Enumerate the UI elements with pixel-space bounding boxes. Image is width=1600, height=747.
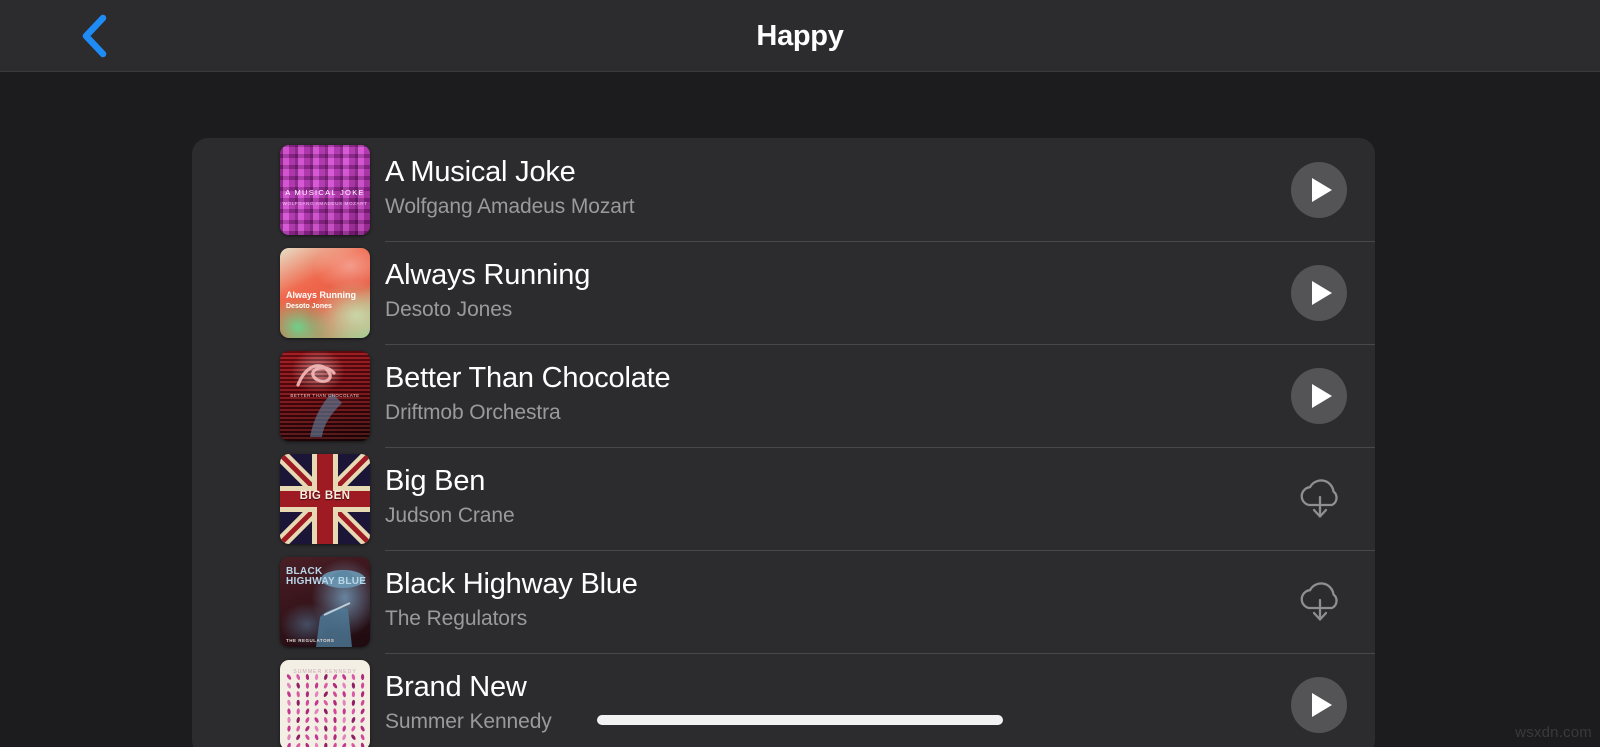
union-jack-graphic xyxy=(280,453,370,544)
table-row[interactable]: BLACK HIGHWAY BLUE THE REGULATORS Black … xyxy=(192,550,1375,653)
table-row[interactable]: A MUSICAL JOKE WOLFGANG AMADEUS MOZART A… xyxy=(192,138,1375,241)
row-divider xyxy=(385,344,1375,345)
cloud-download-icon xyxy=(1300,478,1338,518)
song-info: Black Highway Blue The Regulators xyxy=(370,566,1275,637)
table-row[interactable]: SUMMER KENNEDY Brand New Summer Kennedy xyxy=(192,653,1375,747)
row-divider xyxy=(385,447,1375,448)
song-info: Better Than Chocolate Driftmob Orchestra xyxy=(370,360,1275,431)
home-indicator[interactable] xyxy=(597,715,1003,725)
play-icon xyxy=(1291,161,1347,218)
song-artist: Wolfgang Amadeus Mozart xyxy=(385,195,635,218)
album-artwork: BIG BEN xyxy=(280,453,370,544)
album-artwork: BLACK HIGHWAY BLUE THE REGULATORS xyxy=(280,556,370,647)
album-artwork: SUMMER KENNEDY xyxy=(280,659,370,747)
watermark: wsxdn.com xyxy=(1515,724,1592,741)
cloud-download-icon xyxy=(1300,581,1338,621)
play-icon xyxy=(1291,264,1347,321)
album-artwork: A MUSICAL JOKE WOLFGANG AMADEUS MOZART xyxy=(280,144,370,235)
row-divider xyxy=(385,653,1375,654)
album-artwork: BETTER THAN CHOCOLATE xyxy=(280,350,370,441)
artwork-graphic xyxy=(316,569,365,647)
table-row[interactable]: Always Running Desoto Jones Always Runni… xyxy=(192,241,1375,344)
play-icon xyxy=(1291,676,1347,733)
artwork-dots-graphic xyxy=(286,673,365,747)
content-area: A MUSICAL JOKE WOLFGANG AMADEUS MOZART A… xyxy=(0,72,1600,747)
play-button[interactable] xyxy=(1275,146,1363,234)
play-button[interactable] xyxy=(1275,249,1363,337)
song-artist: Driftmob Orchestra xyxy=(385,401,561,424)
song-title: Always Running xyxy=(385,259,591,291)
artwork-subcaption: WOLFGANG AMADEUS MOZART xyxy=(282,200,368,206)
song-list: A MUSICAL JOKE WOLFGANG AMADEUS MOZART A… xyxy=(192,138,1375,747)
table-row[interactable]: BIG BEN Big Ben Judson Crane xyxy=(192,447,1375,550)
row-divider xyxy=(385,550,1375,551)
download-button[interactable] xyxy=(1275,558,1363,646)
artwork-caption: Always Running xyxy=(286,289,357,300)
song-title: A Musical Joke xyxy=(385,156,576,188)
song-info: Always Running Desoto Jones xyxy=(370,257,1275,328)
play-icon xyxy=(1291,367,1347,424)
artwork-subcaption: Desoto Jones xyxy=(286,302,332,310)
song-title: Brand New xyxy=(385,671,527,703)
artwork-subcaption: THE REGULATORS xyxy=(286,637,335,643)
download-button[interactable] xyxy=(1275,455,1363,543)
table-row[interactable]: BETTER THAN CHOCOLATE Better Than Chocol… xyxy=(192,344,1375,447)
song-artist: The Regulators xyxy=(385,607,528,630)
song-title: Better Than Chocolate xyxy=(385,362,671,394)
song-title: Black Highway Blue xyxy=(385,568,638,600)
song-title: Big Ben xyxy=(385,465,486,497)
row-divider xyxy=(385,241,1375,242)
song-artist: Desoto Jones xyxy=(385,298,513,321)
artwork-graphic xyxy=(296,363,342,437)
song-artist: Judson Crane xyxy=(385,504,515,527)
song-info: Big Ben Judson Crane xyxy=(370,463,1275,534)
page-title: Happy xyxy=(756,19,844,52)
album-artwork: Always Running Desoto Jones xyxy=(280,247,370,338)
song-info: Brand New Summer Kennedy xyxy=(370,669,1275,740)
play-button[interactable] xyxy=(1275,352,1363,440)
play-button[interactable] xyxy=(1275,661,1363,747)
navigation-bar: Happy xyxy=(0,0,1600,72)
artwork-caption: A MUSICAL JOKE xyxy=(285,187,365,197)
song-info: A Musical Joke Wolfgang Amadeus Mozart xyxy=(370,154,1275,225)
